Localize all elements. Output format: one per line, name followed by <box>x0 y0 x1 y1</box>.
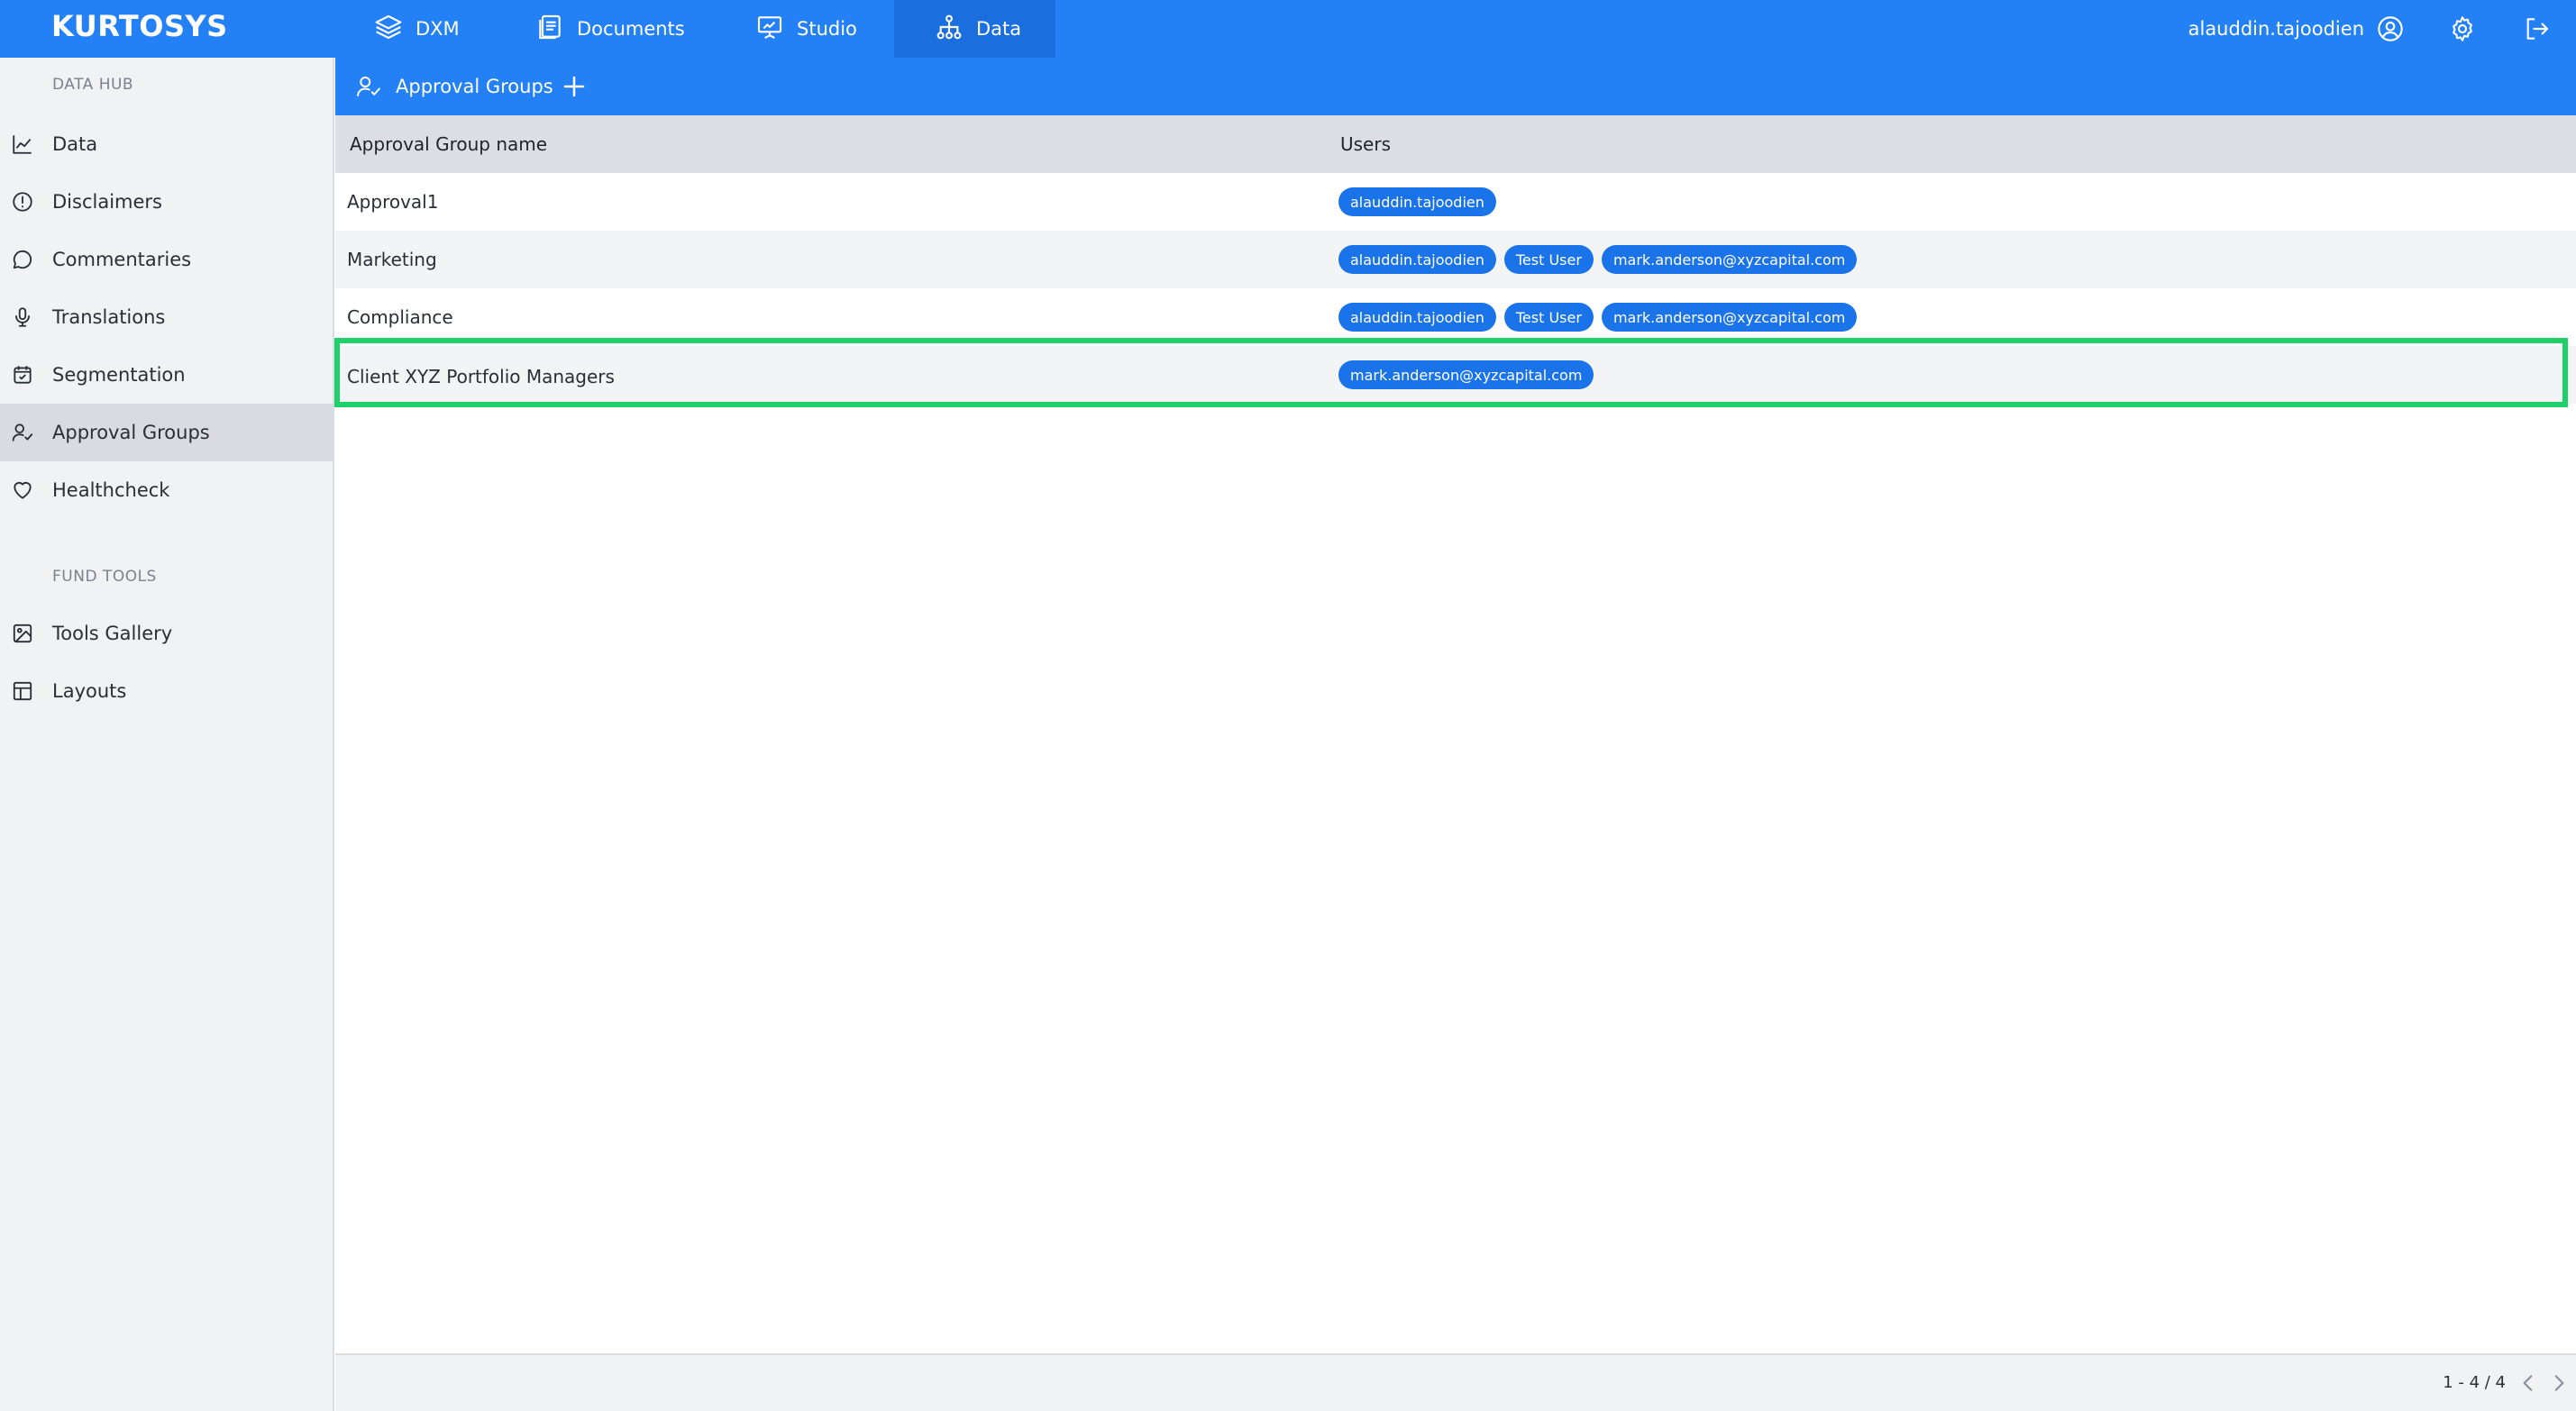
user-chip[interactable]: mark.anderson@xyzcapital.com <box>1601 303 1858 332</box>
column-header-name[interactable]: Approval Group name <box>350 115 547 173</box>
chevron-right-icon[interactable] <box>2547 1371 2571 1395</box>
calendar-icon <box>11 363 34 387</box>
top-navigation-bar: KURTOSYS DXM Documents Studio Data alaud… <box>0 0 2576 58</box>
user-chips: alauddin.tajoodien Test User mark.anders… <box>1338 288 1858 346</box>
user-chip[interactable]: Test User <box>1503 303 1594 332</box>
logout-icon[interactable] <box>2521 14 2552 44</box>
table-row[interactable]: Approval1 alauddin.tajoodien <box>335 173 2576 231</box>
alert-circle-icon <box>11 190 34 214</box>
sidebar-item-label: Segmentation <box>52 364 186 386</box>
layout-icon <box>11 679 34 703</box>
tab-documents[interactable]: Documents <box>535 0 689 58</box>
microphone-icon <box>11 305 34 329</box>
table-row[interactable]: Marketing alauddin.tajoodien Test User m… <box>335 231 2576 288</box>
user-controls: alauddin.tajoodien <box>2188 0 2576 58</box>
group-name: Approval1 <box>347 191 439 213</box>
table-footer: 1 - 4 / 4 <box>335 1353 2576 1411</box>
sidebar-item-segmentation[interactable]: Segmentation <box>0 346 333 404</box>
tab-dxm-label: DXM <box>416 18 460 40</box>
sidebar-item-label: Disclaimers <box>52 191 162 213</box>
add-approval-group-button[interactable] <box>561 73 588 100</box>
tab-data[interactable]: Data <box>894 0 1055 58</box>
user-chip[interactable]: mark.anderson@xyzcapital.com <box>1601 245 1858 274</box>
sidebar-item-layouts[interactable]: Layouts <box>0 662 333 720</box>
chart-icon <box>11 132 34 156</box>
sidebar-item-label: Translations <box>52 306 166 328</box>
presentation-icon <box>755 13 784 46</box>
group-name: Marketing <box>347 249 437 270</box>
layers-icon <box>374 13 403 46</box>
user-chip[interactable]: alauddin.tajoodien <box>1338 245 1496 274</box>
table-row[interactable]: Client XYZ Portfolio Managers mark.ander… <box>335 346 2576 404</box>
tab-studio-label: Studio <box>797 18 857 40</box>
page-title: Approval Groups <box>396 76 553 97</box>
column-header-users[interactable]: Users <box>1340 115 1391 173</box>
page-header: Approval Groups <box>335 58 2576 115</box>
user-chip[interactable]: alauddin.tajoodien <box>1338 187 1496 216</box>
image-icon <box>11 622 34 645</box>
gear-icon[interactable] <box>2447 14 2478 44</box>
sidebar-item-translations[interactable]: Translations <box>0 288 333 346</box>
tab-documents-label: Documents <box>577 18 685 40</box>
section-data-hub: DATA HUB <box>52 76 134 94</box>
user-chips: alauddin.tajoodien Test User mark.anders… <box>1338 231 1858 288</box>
tab-studio[interactable]: Studio <box>755 0 882 58</box>
table-row[interactable]: Compliance alauddin.tajoodien Test User … <box>335 288 2576 346</box>
sidebar-item-data[interactable]: Data <box>0 115 333 173</box>
user-circle-icon[interactable] <box>2375 14 2406 44</box>
message-icon <box>11 248 34 271</box>
user-chips: alauddin.tajoodien <box>1338 173 1496 231</box>
sidebar-item-label: Approval Groups <box>52 422 210 443</box>
user-chip[interactable]: Test User <box>1503 245 1594 274</box>
table-header: Approval Group name Users <box>335 115 2576 173</box>
user-chip[interactable]: alauddin.tajoodien <box>1338 303 1496 332</box>
tab-data-label: Data <box>976 18 1022 40</box>
username-label[interactable]: alauddin.tajoodien <box>2188 18 2364 40</box>
section-fund-tools: FUND TOOLS <box>52 568 157 586</box>
user-chip[interactable]: mark.anderson@xyzcapital.com <box>1338 360 1594 389</box>
user-check-icon <box>11 421 34 444</box>
sidebar-item-commentaries[interactable]: Commentaries <box>0 231 333 288</box>
sidebar-item-label: Tools Gallery <box>52 623 173 644</box>
sidebar: DATA HUB Data Disclaimers Commentaries T… <box>0 58 334 1411</box>
heart-icon <box>11 478 34 502</box>
hierarchy-icon <box>935 13 964 46</box>
user-chips: mark.anderson@xyzcapital.com <box>1338 346 1594 404</box>
sidebar-item-label: Commentaries <box>52 249 192 270</box>
user-check-icon <box>355 73 382 100</box>
sidebar-item-tools-gallery[interactable]: Tools Gallery <box>0 605 333 662</box>
sidebar-item-label: Data <box>52 133 98 155</box>
group-name: Compliance <box>347 306 453 328</box>
sidebar-item-label: Healthcheck <box>52 479 170 501</box>
sidebar-item-label: Layouts <box>52 680 127 702</box>
sidebar-item-approval-groups[interactable]: Approval Groups <box>0 404 333 461</box>
pagination-info: 1 - 4 / 4 <box>2443 1373 2506 1392</box>
sidebar-item-healthcheck[interactable]: Healthcheck <box>0 461 333 519</box>
tab-dxm[interactable]: DXM <box>374 0 464 58</box>
group-name: Client XYZ Portfolio Managers <box>347 366 615 387</box>
kurtosys-logo[interactable]: KURTOSYS <box>51 9 228 43</box>
documents-icon <box>535 13 564 46</box>
sidebar-item-disclaimers[interactable]: Disclaimers <box>0 173 333 231</box>
chevron-left-icon[interactable] <box>2517 1371 2540 1395</box>
